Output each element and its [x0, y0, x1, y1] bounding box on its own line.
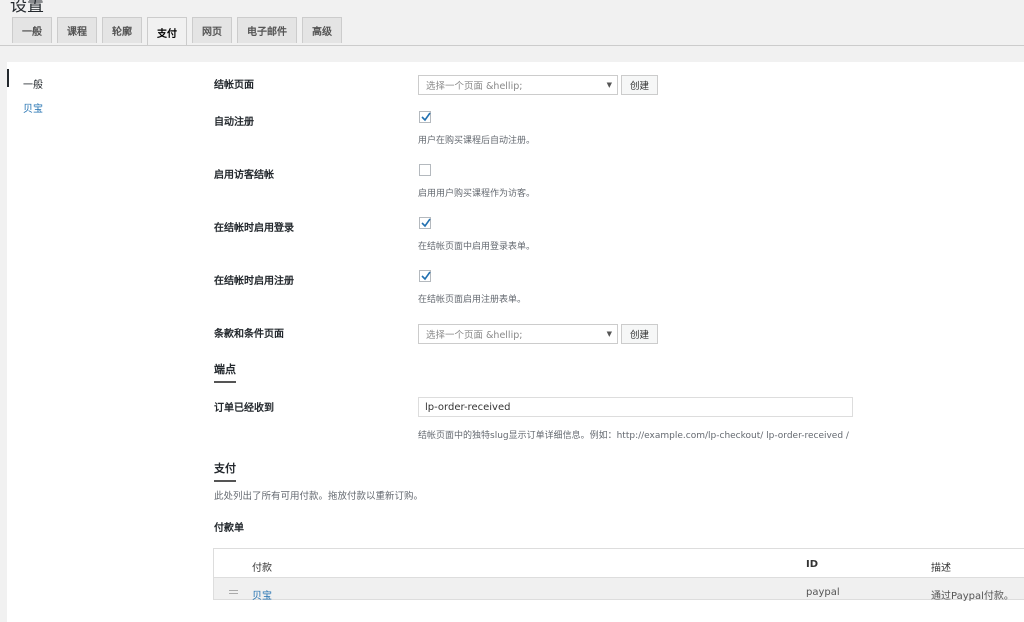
payments-heading: 支付 — [214, 460, 236, 482]
payments-desc: 此处列出了所有可用付款。拖放付款以重新订购。 — [214, 491, 424, 502]
checkout-page-select-value: 选择一个页面 &hellip; — [426, 81, 523, 92]
order-received-input-value: lp-order-received — [425, 401, 511, 413]
payment-description: 通过Paypal付款。 — [931, 591, 1014, 602]
sidebar-active-marker — [7, 69, 9, 87]
payment-name-link[interactable]: 贝宝 — [252, 587, 272, 602]
register-checkout-label: 在结帐时启用注册 — [214, 276, 294, 287]
tab-payments[interactable]: 支付 — [147, 17, 187, 46]
checkmark-icon — [421, 271, 431, 281]
checkout-page-label: 结帐页面 — [214, 80, 254, 91]
checkout-page-create-button[interactable]: 创建 — [621, 75, 658, 95]
tab-general[interactable]: 一般 — [12, 17, 52, 43]
order-received-desc: 结帐页面中的独特slug显示订单详细信息。例如：http://example.c… — [418, 431, 849, 441]
terms-page-select-value: 选择一个页面 &hellip; — [426, 330, 523, 341]
register-checkout-checkbox[interactable] — [419, 270, 431, 282]
endpoints-heading: 端点 — [214, 361, 236, 383]
tab-advanced[interactable]: 高级 — [302, 17, 342, 43]
auto-register-checkbox[interactable] — [419, 111, 431, 123]
payment-list-label: 付款单 — [214, 523, 244, 534]
login-checkout-checkbox[interactable] — [419, 217, 431, 229]
terms-page-label: 条款和条件页面 — [214, 329, 284, 340]
checkout-page-select[interactable]: 选择一个页面 &hellip; ▼ — [418, 75, 618, 95]
terms-page-select[interactable]: 选择一个页面 &hellip; ▼ — [418, 324, 618, 344]
login-checkout-desc: 在结帐页面中启用登录表单。 — [418, 242, 536, 252]
checkmark-icon — [421, 112, 431, 122]
guest-checkout-label: 启用访客结帐 — [214, 170, 274, 181]
checkmark-icon — [421, 218, 431, 228]
guest-checkout-checkbox[interactable] — [419, 164, 431, 176]
tab-divider — [0, 45, 1024, 46]
sidebar-item-paypal[interactable]: 贝宝 — [23, 100, 43, 115]
payments-table-header: 付款 ID 描述 — [213, 548, 1024, 578]
column-id: ID — [806, 559, 819, 570]
sidebar: 一般 贝宝 — [7, 62, 199, 622]
column-payment: 付款 — [252, 563, 272, 574]
tab-courses[interactable]: 课程 — [57, 17, 97, 43]
settings-tabs: 一般 课程 轮廓 支付 网页 电子邮件 高级 — [12, 17, 342, 46]
settings-panel: 结帐页面 选择一个页面 &hellip; ▼ 创建 自动注册 用户在购买课程后自… — [199, 62, 1024, 622]
tab-emails[interactable]: 电子邮件 — [237, 17, 297, 43]
page-title: 设置 — [10, 0, 44, 16]
auto-register-label: 自动注册 — [214, 117, 254, 128]
tab-pages[interactable]: 网页 — [192, 17, 232, 43]
auto-register-desc: 用户在购买课程后自动注册。 — [418, 136, 536, 146]
guest-checkout-desc: 启用用户购买课程作为访客。 — [418, 189, 536, 199]
order-received-input[interactable]: lp-order-received — [418, 397, 853, 417]
column-description: 描述 — [931, 563, 951, 574]
payment-id: paypal — [806, 587, 840, 598]
login-checkout-label: 在结帐时启用登录 — [214, 223, 294, 234]
sidebar-item-general[interactable]: 一般 — [23, 76, 43, 91]
terms-page-create-button[interactable]: 创建 — [621, 324, 658, 344]
order-received-label: 订单已经收到 — [214, 403, 274, 414]
drag-handle-icon[interactable] — [229, 590, 238, 596]
register-checkout-desc: 在结帐页面启用注册表单。 — [418, 295, 527, 305]
tab-profile[interactable]: 轮廓 — [102, 17, 142, 43]
dropdown-arrow-icon: ▼ — [606, 81, 612, 89]
dropdown-arrow-icon: ▼ — [606, 330, 612, 338]
